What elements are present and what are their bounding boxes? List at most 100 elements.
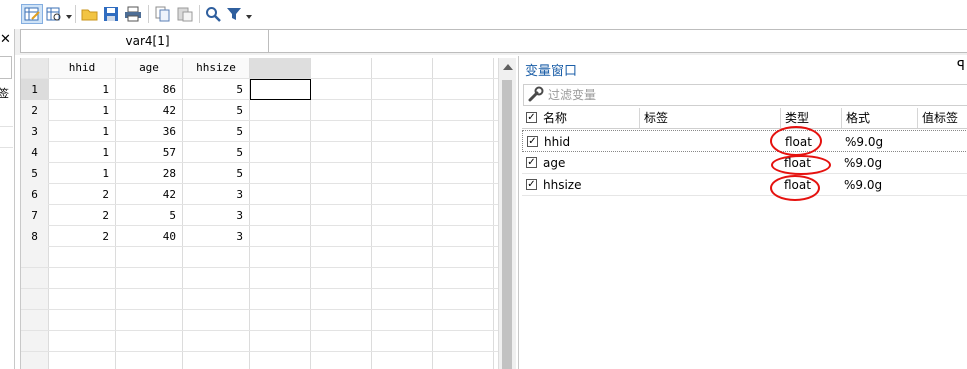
column-header-age[interactable]: age xyxy=(116,58,182,78)
toolbar-separator xyxy=(199,5,200,23)
row-header[interactable]: 4 xyxy=(21,142,48,163)
pin-icon[interactable]: ꟼ xyxy=(957,59,965,74)
left-panel-divider xyxy=(0,126,13,127)
copy-button[interactable] xyxy=(153,4,173,24)
data-cell[interactable]: 5 xyxy=(183,121,249,142)
data-editor-browse-button[interactable] xyxy=(45,4,63,24)
data-editor-edit-icon xyxy=(24,7,40,21)
grid-line xyxy=(21,309,499,310)
header-format[interactable]: 格式 xyxy=(842,108,917,128)
column-header-hhsize[interactable]: hhsize xyxy=(183,58,249,78)
save-icon xyxy=(104,7,118,21)
row-header[interactable]: 8 xyxy=(21,226,48,247)
header-type[interactable]: 类型 xyxy=(781,108,841,128)
variable-checkbox[interactable]: ✓ xyxy=(527,136,538,147)
data-cell[interactable]: 42 xyxy=(116,184,182,205)
grid-corner[interactable] xyxy=(21,58,48,78)
left-panel-input[interactable] xyxy=(0,56,12,79)
variable-row[interactable]: ✓ hhsize float %9.0g xyxy=(522,174,967,196)
data-cell[interactable]: 2 xyxy=(49,205,115,226)
grid-line xyxy=(21,267,499,268)
variables-table-header: ✓ 名称 标签 类型 格式 值标签 xyxy=(522,108,967,129)
paste-button[interactable] xyxy=(175,4,195,24)
annotation-oval xyxy=(770,175,820,201)
open-folder-icon xyxy=(81,9,98,21)
data-grid[interactable]: hhid age hhsize 1 1 86 5 2 1 42 5 3 1 36… xyxy=(20,58,499,369)
data-editor-edit-button[interactable] xyxy=(21,4,43,24)
search-button[interactable] xyxy=(203,4,223,24)
print-button[interactable] xyxy=(122,4,144,24)
variable-row[interactable]: ✓ age float %9.0g xyxy=(522,152,967,174)
data-cell[interactable]: 2 xyxy=(49,226,115,247)
variable-name: hhid xyxy=(544,135,571,149)
toolbar-separator xyxy=(148,5,149,23)
data-cell[interactable]: 5 xyxy=(183,79,249,100)
filter-variables-box[interactable] xyxy=(523,84,967,106)
scroll-up-arrow-icon[interactable] xyxy=(503,64,513,70)
data-cell[interactable]: 2 xyxy=(49,184,115,205)
variable-name: age xyxy=(543,156,566,170)
variable-format: %9.0g xyxy=(845,135,884,149)
browse-dropdown-arrow[interactable] xyxy=(66,15,72,19)
row-header[interactable]: 7 xyxy=(21,205,48,226)
data-cell[interactable]: 1 xyxy=(49,79,115,100)
left-panel-label: 签 xyxy=(0,87,9,100)
data-cell[interactable]: 86 xyxy=(116,79,182,100)
data-cell[interactable]: 28 xyxy=(116,163,182,184)
search-icon xyxy=(206,7,221,22)
data-cell[interactable]: 3 xyxy=(183,226,249,247)
select-all-checkbox[interactable]: ✓ xyxy=(526,112,537,123)
cell-reference-bar: var4[1] xyxy=(15,29,967,55)
close-icon[interactable]: ✕ xyxy=(0,32,11,47)
variable-row[interactable]: ✓ hhid float %9.0g xyxy=(522,130,967,152)
header-name[interactable]: 名称 xyxy=(539,108,639,128)
filter-button[interactable] xyxy=(225,4,243,24)
header-value-label[interactable]: 值标签 xyxy=(918,108,967,128)
data-cell[interactable]: 5 xyxy=(183,100,249,121)
grid-line xyxy=(310,58,311,369)
active-cell[interactable] xyxy=(250,79,311,100)
grid-line xyxy=(493,58,494,369)
variable-checkbox[interactable]: ✓ xyxy=(526,179,537,190)
variable-checkbox[interactable]: ✓ xyxy=(526,157,537,168)
header-label[interactable]: 标签 xyxy=(640,108,780,128)
variable-name: hhsize xyxy=(543,178,582,192)
data-cell[interactable]: 3 xyxy=(183,184,249,205)
data-cell[interactable]: 5 xyxy=(183,163,249,184)
toolbar xyxy=(0,0,967,30)
variables-pane-title: 变量窗口 xyxy=(525,64,578,79)
data-cell[interactable]: 1 xyxy=(49,121,115,142)
variable-format: %9.0g xyxy=(844,178,883,192)
row-header[interactable]: 1 xyxy=(21,79,48,100)
filter-dropdown-arrow[interactable] xyxy=(246,15,252,19)
current-cell-name[interactable]: var4[1] xyxy=(20,29,275,53)
row-header[interactable]: 5 xyxy=(21,163,48,184)
annotation-oval xyxy=(770,126,822,156)
data-cell[interactable]: 5 xyxy=(116,205,182,226)
data-cell[interactable]: 1 xyxy=(49,163,115,184)
annotation-oval xyxy=(771,155,831,175)
row-header[interactable]: 2 xyxy=(21,100,48,121)
data-cell[interactable]: 1 xyxy=(49,142,115,163)
data-cell[interactable]: 3 xyxy=(183,205,249,226)
column-header-hhid[interactable]: hhid xyxy=(49,58,115,78)
data-cell[interactable]: 36 xyxy=(116,121,182,142)
toolbar-separator xyxy=(75,5,76,23)
selected-column-header[interactable] xyxy=(249,58,310,78)
filter-variables-input[interactable] xyxy=(548,85,948,105)
grid-line xyxy=(21,330,499,331)
data-cell[interactable]: 5 xyxy=(183,142,249,163)
row-header[interactable]: 3 xyxy=(21,121,48,142)
grid-line xyxy=(432,58,433,369)
save-button[interactable] xyxy=(101,4,121,24)
grid-vertical-scrollbar[interactable] xyxy=(498,58,516,369)
data-editor-browse-icon xyxy=(46,7,61,21)
scroll-thumb[interactable] xyxy=(502,80,512,369)
data-cell[interactable]: 42 xyxy=(116,100,182,121)
data-cell[interactable]: 1 xyxy=(49,100,115,121)
open-button[interactable] xyxy=(80,4,100,24)
data-cell[interactable]: 40 xyxy=(116,226,182,247)
data-cell[interactable]: 57 xyxy=(116,142,182,163)
cell-value-input[interactable] xyxy=(268,29,967,53)
row-header[interactable]: 6 xyxy=(21,184,48,205)
